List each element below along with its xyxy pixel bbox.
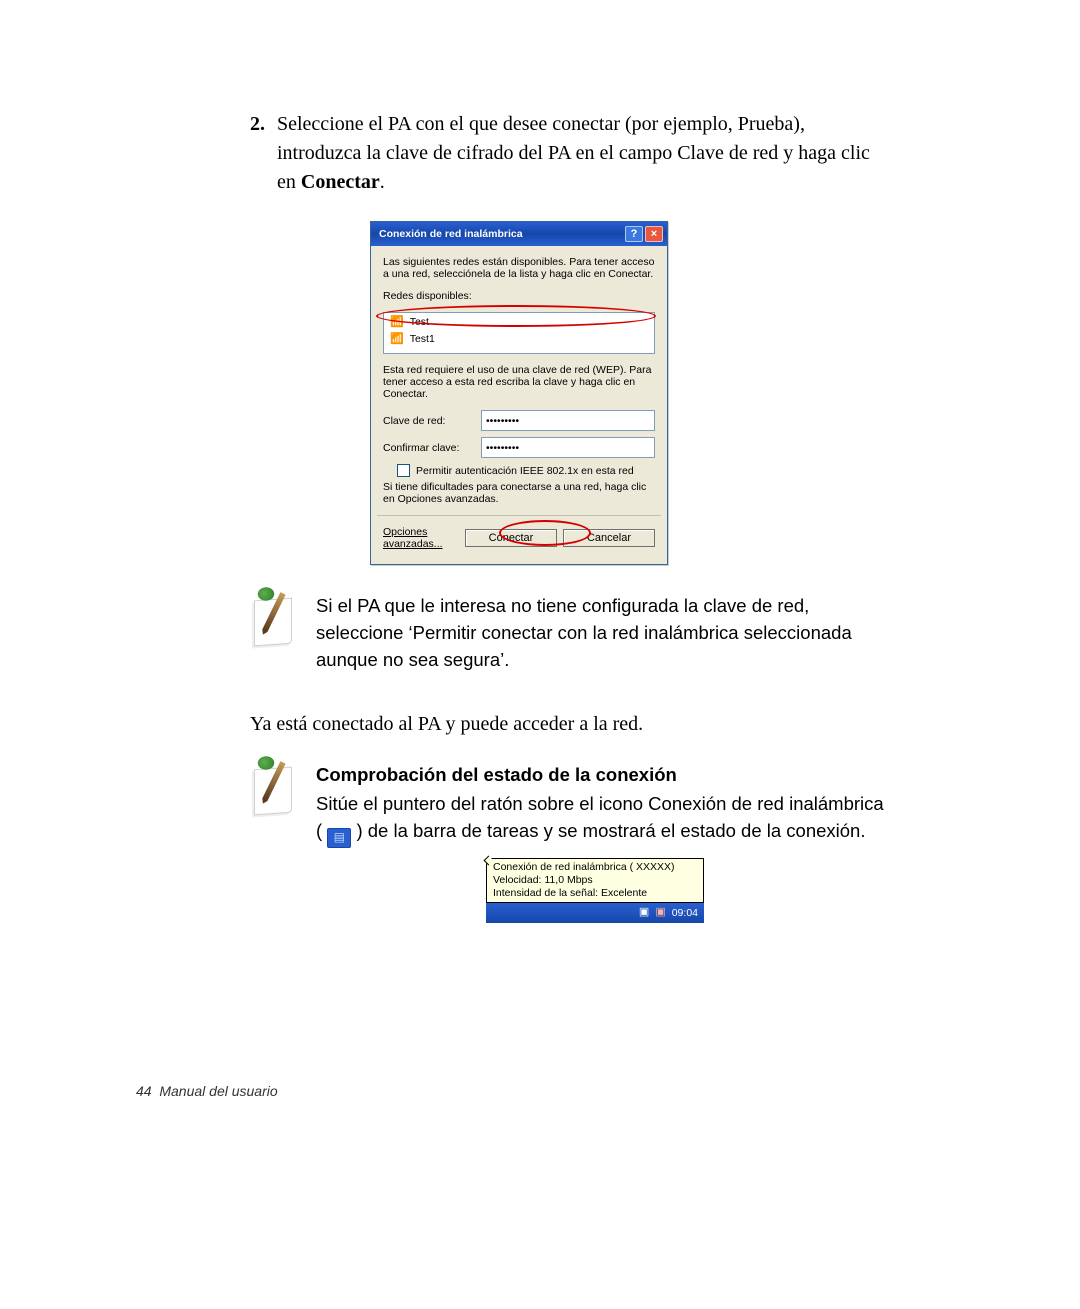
- dialog-body: Las siguientes redes están disponibles. …: [371, 246, 667, 564]
- key-label: Clave de red:: [383, 415, 473, 427]
- page-number: 44: [136, 1083, 152, 1099]
- tooltip-arrow-icon: [484, 855, 494, 865]
- step-text: Seleccione el PA con el que desee conect…: [277, 110, 890, 197]
- antenna-icon: 📶: [390, 332, 404, 345]
- dialog-button-row: Opciones avanzadas... Conectar Cancelar: [377, 515, 661, 558]
- help-button[interactable]: ?: [625, 226, 643, 242]
- wep-hint: Esta red requiere el uso de una clave de…: [383, 364, 655, 400]
- note-icon: [250, 762, 298, 810]
- available-label: Redes disponibles:: [383, 290, 655, 302]
- tray-icon-2[interactable]: ▣: [655, 905, 665, 921]
- networks-listbox[interactable]: 📶 Test 📶 Test1: [383, 312, 655, 354]
- network-name-0: Test: [410, 316, 429, 328]
- note2-heading: Comprobación del estado de la conexión: [316, 762, 890, 789]
- cancel-button[interactable]: Cancelar: [563, 529, 655, 547]
- dialog-titlebar: Conexión de red inalámbrica ? ×: [371, 222, 667, 246]
- taskbar-time: 09:04: [672, 906, 698, 921]
- note-icon: [250, 593, 298, 641]
- network-name-1: Test1: [410, 333, 435, 345]
- wireless-dialog: Conexión de red inalámbrica ? × Las sigu…: [370, 221, 668, 565]
- antenna-icon: 📶: [390, 315, 404, 328]
- tooltip-line2: Velocidad: 11,0 Mbps: [493, 874, 697, 887]
- step-number: 2.: [250, 110, 265, 197]
- network-row-test1[interactable]: 📶 Test1: [384, 330, 654, 347]
- note1-text: Si el PA que le interesa no tiene config…: [316, 593, 890, 673]
- advanced-link[interactable]: Opciones avanzadas...: [383, 526, 465, 550]
- ieee-label: Permitir autenticación IEEE 802.1x en es…: [416, 465, 634, 477]
- after-connected-text: Ya está conectado al PA y puede acceder …: [250, 713, 890, 736]
- tray-figure: Conexión de red inalámbrica ( XXXXX) Vel…: [486, 858, 704, 923]
- close-button[interactable]: ×: [645, 226, 663, 242]
- confirm-input[interactable]: [481, 437, 655, 458]
- taskbar: ▣ ▣ 09:04: [486, 903, 704, 923]
- note2-text: Sitúe el puntero del ratón sobre el icon…: [316, 791, 890, 848]
- step-text-bold: Conectar: [301, 171, 380, 193]
- tray-tooltip: Conexión de red inalámbrica ( XXXXX) Vel…: [486, 858, 704, 903]
- dialog-intro: Las siguientes redes están disponibles. …: [383, 256, 655, 280]
- note-check-status: Comprobación del estado de la conexión S…: [250, 762, 890, 923]
- page-footer: 44 Manual del usuario: [136, 1083, 278, 1099]
- note-no-key: Si el PA que le interesa no tiene config…: [250, 593, 890, 673]
- network-row-test[interactable]: 📶 Test: [384, 313, 654, 330]
- ieee-checkbox[interactable]: [397, 464, 410, 477]
- trouble-text: Si tiene dificultades para conectarse a …: [383, 481, 655, 505]
- confirm-label: Confirmar clave:: [383, 442, 473, 454]
- step-2: 2. Seleccione el PA con el que desee con…: [250, 110, 890, 197]
- footer-label: Manual del usuario: [159, 1083, 277, 1099]
- connect-button[interactable]: Conectar: [465, 529, 557, 547]
- dialog-title: Conexión de red inalámbrica: [379, 228, 523, 240]
- key-input[interactable]: [481, 410, 655, 431]
- wireless-tray-icon: ▤: [327, 828, 351, 848]
- tray-icon-1[interactable]: ▣: [639, 905, 649, 921]
- tooltip-line3: Intensidad de la señal: Excelente: [493, 887, 697, 900]
- step-text-b: .: [380, 171, 385, 193]
- note2-text-b: ) de la barra de tareas y se mostrará el…: [356, 820, 865, 841]
- tooltip-line1: Conexión de red inalámbrica ( XXXXX): [493, 861, 697, 874]
